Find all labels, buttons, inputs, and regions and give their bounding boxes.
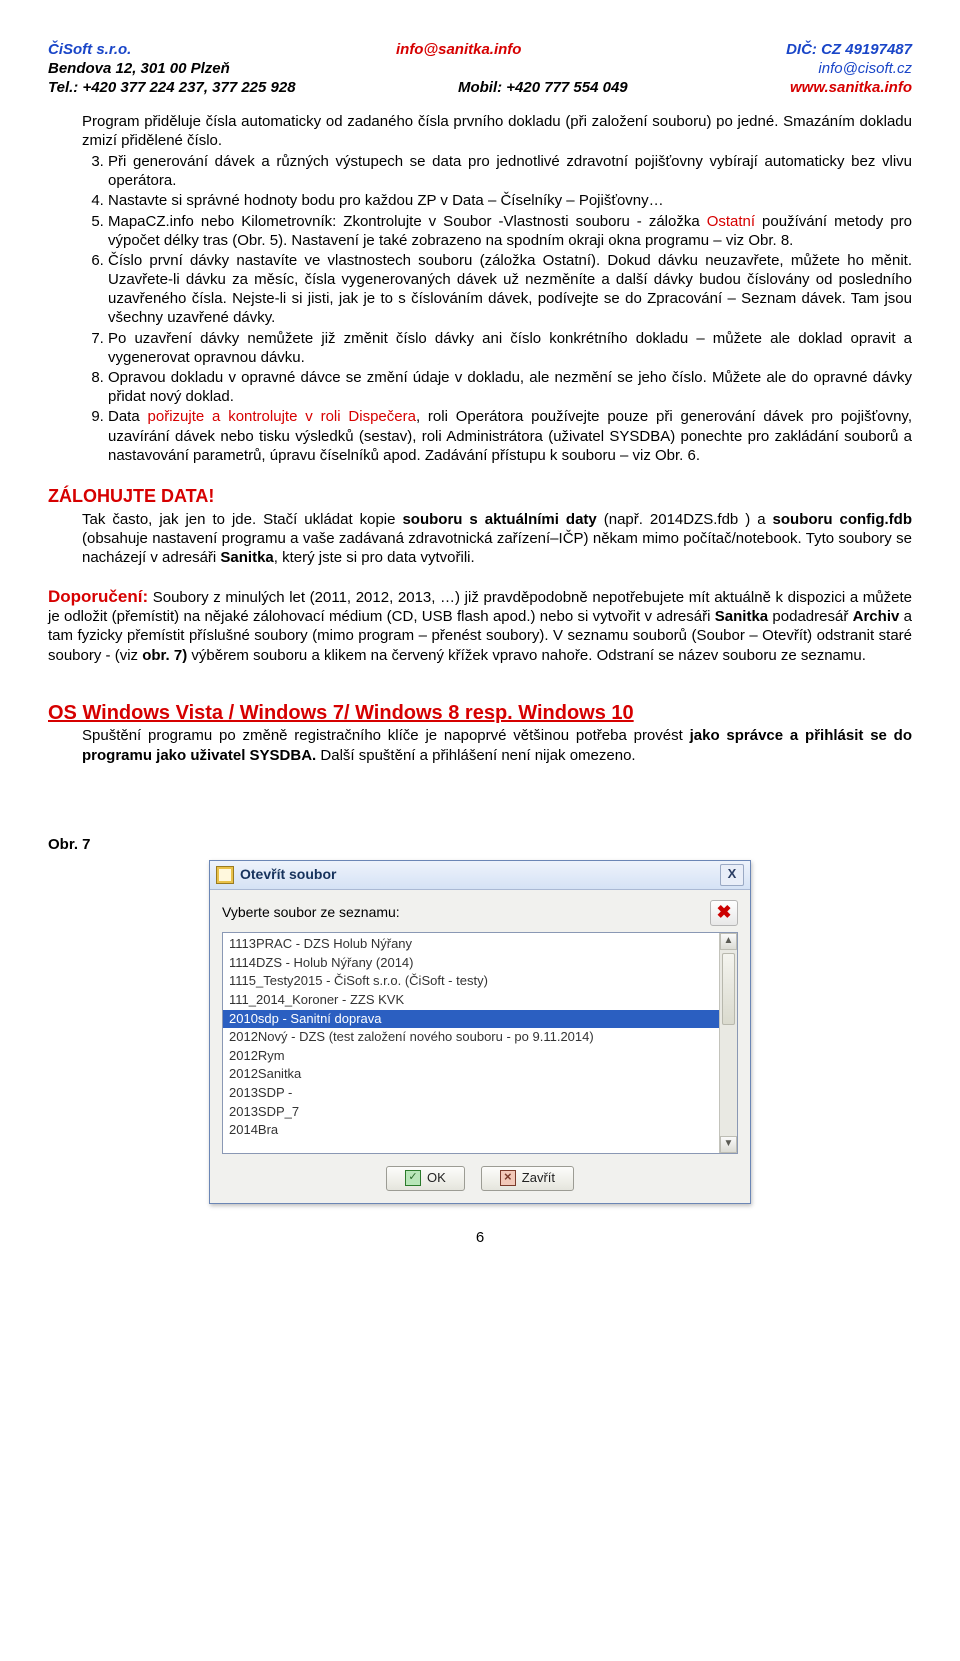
list-item-3: Při generování dávek a různých výstupech…	[108, 152, 912, 190]
page-header: ČiSoft s.r.o. info@sanitka.info DIČ: CZ …	[48, 40, 912, 98]
close-button[interactable]: Zavřít	[481, 1166, 574, 1191]
zal-d: souboru config.fdb	[773, 511, 912, 528]
ok-button[interactable]: OK	[386, 1166, 465, 1191]
list-item-5: MapaCZ.info nebo Kilometrovník: Zkontrol…	[108, 212, 912, 250]
list-item-4: Nastavte si správné hodnoty bodu pro kaž…	[108, 191, 912, 210]
dop-g: výběrem souboru a klikem na červený kříž…	[187, 647, 866, 664]
scroll-down-button[interactable]: ▼	[720, 1136, 737, 1153]
close-button-label: Zavřít	[522, 1170, 555, 1187]
file-list-item[interactable]: 2012Sanitka	[223, 1065, 737, 1084]
obr7-label: Obr. 7	[48, 835, 912, 854]
zal-g: , který jste si pro data vytvořili.	[274, 549, 475, 566]
dialog-title: Otevřít soubor	[240, 866, 720, 884]
company-address: Bendova 12, 301 00 Plzeň	[48, 60, 230, 77]
os-a: Spuštění programu po změně registračního…	[82, 727, 690, 744]
file-list-item[interactable]: 2013SDP_7	[223, 1103, 737, 1122]
company-url: www.sanitka.info	[790, 79, 912, 96]
file-list-item[interactable]: 2012Nový - DZS (test založení nového sou…	[223, 1028, 737, 1047]
doporuceni-label: Doporučení:	[48, 587, 148, 606]
open-file-dialog: Otevřít soubor X Vyberte soubor ze sezna…	[209, 860, 751, 1204]
email-cisoft: info@cisoft.cz	[818, 60, 912, 77]
delete-entry-button[interactable]: ✖	[710, 900, 738, 926]
dop-f: obr. 7)	[142, 647, 187, 664]
company-tel: Tel.: +420 377 224 237, 377 225 928	[48, 79, 296, 96]
zalohujte-para: Tak často, jak jen to jde. Stačí ukládat…	[48, 510, 912, 568]
li9-part-a: Data	[108, 408, 148, 425]
email-info: info@sanitka.info	[396, 41, 521, 58]
zal-c: (např. 2014DZS.fdb ) a	[597, 511, 773, 528]
dialog-prompt: Vyberte soubor ze seznamu:	[222, 904, 400, 922]
dop-b: Sanitka	[715, 608, 768, 625]
ok-button-label: OK	[427, 1170, 446, 1187]
company-name: ČiSoft s.r.o.	[48, 41, 131, 58]
red-x-icon: ✖	[716, 901, 731, 924]
li5-ostatni: Ostatní	[707, 213, 755, 230]
file-list-item[interactable]: 2010sdp - Sanitní doprava	[223, 1010, 737, 1029]
file-list-item[interactable]: 1115_Testy2015 - ČiSoft s.r.o. (ČiSoft -…	[223, 972, 737, 991]
scroll-up-button[interactable]: ▲	[720, 933, 737, 950]
close-door-icon	[500, 1170, 516, 1186]
dop-d: Archiv	[853, 608, 900, 625]
zalohujte-heading: ZÁLOHUJTE DATA!	[48, 485, 912, 508]
dialog-titlebar[interactable]: Otevřít soubor X	[210, 861, 750, 890]
os-heading: OS Windows Vista / Windows 7/ Windows 8 …	[48, 702, 634, 724]
window-close-button[interactable]: X	[720, 864, 744, 886]
zal-a: Tak často, jak jen to jde. Stačí ukládat…	[82, 511, 402, 528]
dop-c: podadresář	[768, 608, 853, 625]
list-item-9: Data pořizujte a kontrolujte v roli Disp…	[108, 407, 912, 465]
list-item-6: Číslo první dávky nastavíte ve vlastnost…	[108, 251, 912, 328]
page-number: 6	[48, 1228, 912, 1247]
file-list-item[interactable]: 2012Rym	[223, 1047, 737, 1066]
zal-b: souboru s aktuálními daty	[402, 511, 596, 528]
zal-e: (obsahuje nastavení programu a vaše zadá…	[82, 530, 912, 566]
os-para: Spuštění programu po změně registračního…	[48, 726, 912, 764]
intro-paragraph: Program přiděluje čísla automaticky od z…	[48, 112, 912, 150]
doporuceni-para: Doporučení: Soubory z minulých let (2011…	[48, 586, 912, 665]
file-list-item[interactable]: 1113PRAC - DZS Holub Nýřany	[223, 935, 737, 954]
li5-part-a: MapaCZ.info nebo Kilometrovník: Zkontrol…	[108, 213, 707, 230]
scroll-thumb[interactable]	[722, 953, 735, 1025]
dic: DIČ: CZ 49197487	[786, 41, 912, 58]
ok-check-icon	[405, 1170, 421, 1186]
folder-icon	[216, 866, 234, 884]
list-item-8: Opravou dokladu v opravné dávce se změní…	[108, 368, 912, 406]
file-list-item[interactable]: 2013SDP -	[223, 1084, 737, 1103]
company-mobil: Mobil: +420 777 554 049	[458, 79, 628, 96]
file-list-item[interactable]: 111_2014_Koroner - ZZS KVK	[223, 991, 737, 1010]
list-item-7: Po uzavření dávky nemůžete již změnit čí…	[108, 329, 912, 367]
os-c: Další spuštění a přihlášení není nijak o…	[316, 747, 635, 764]
li9-red: pořizujte a kontrolujte v roli Dispečera	[148, 408, 416, 425]
numbered-list: Při generování dávek a různých výstupech…	[48, 152, 912, 465]
zal-f: Sanitka	[220, 549, 273, 566]
file-list-item[interactable]: 2014Bra	[223, 1121, 737, 1140]
scrollbar[interactable]: ▲ ▼	[719, 933, 737, 1153]
file-list-item[interactable]: 1114DZS - Holub Nýřany (2014)	[223, 954, 737, 973]
file-listbox[interactable]: 1113PRAC - DZS Holub Nýřany1114DZS - Hol…	[222, 932, 738, 1154]
